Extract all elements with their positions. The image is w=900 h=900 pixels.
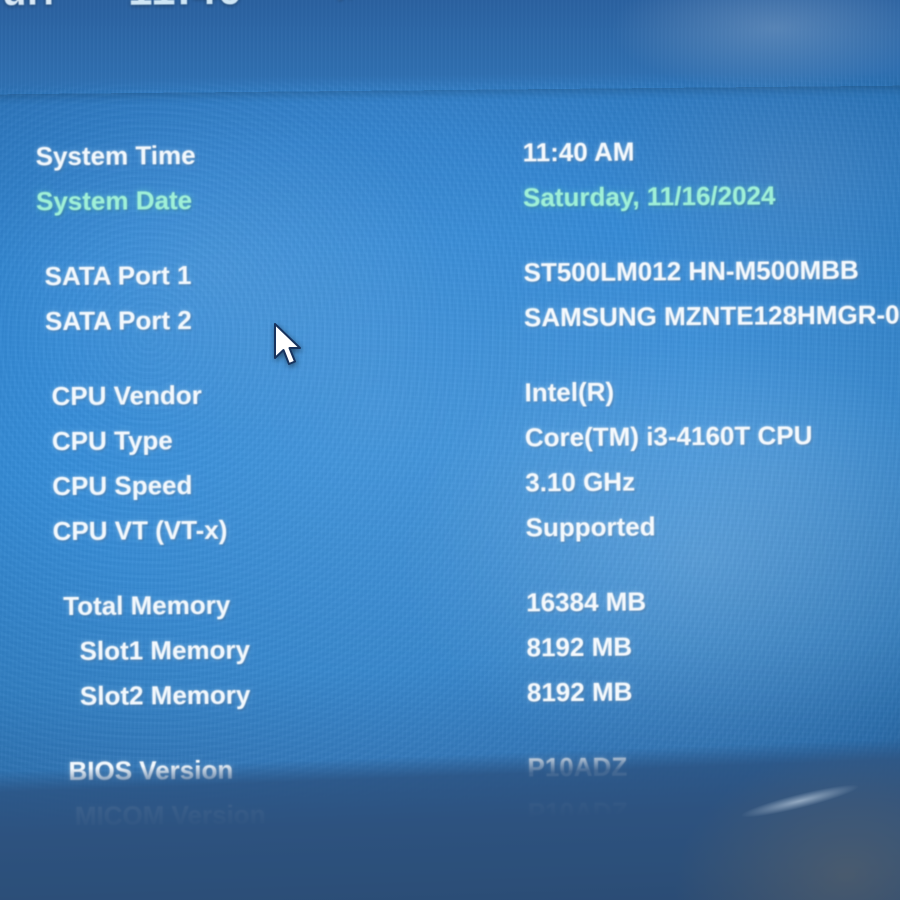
row-slot2-memory: Slot2 Memory 8192 MB [2, 674, 900, 726]
label-cpu-vendor: CPU Vendor [51, 379, 202, 412]
label-system-date: System Date [35, 185, 193, 217]
value-cpu-type: Core(TM) i3-4160T CPU [524, 420, 813, 453]
value-system-date[interactable]: Saturday, 11/16/2024 [523, 180, 776, 213]
value-slot2-memory: 8192 MB [526, 676, 633, 708]
value-system-time[interactable]: 11:40 AM [523, 137, 635, 169]
row-cpu-vendor: CPU Vendor Intel(R) [0, 374, 900, 426]
label-sata-port-1: SATA Port 1 [44, 260, 192, 292]
group-system-clock: System Time 11:40 AM System Date Saturda… [0, 134, 898, 231]
row-system-time[interactable]: System Time 11:40 AM [0, 134, 898, 186]
label-cpu-type: CPU Type [51, 425, 173, 457]
label-slot2-memory: Slot2 Memory [79, 679, 251, 711]
value-slot1-memory: 8192 MB [526, 631, 633, 663]
value-sata-port-2: SAMSUNG MZNTE128HMGR-000 [523, 299, 900, 333]
label-slot1-memory: Slot1 Memory [79, 634, 251, 666]
row-cpu-vt: CPU VT (VT-x) Supported [1, 509, 900, 561]
row-total-memory: Total Memory 16384 MB [1, 584, 900, 636]
value-cpu-vendor: Intel(R) [524, 376, 615, 408]
bios-setup-screen-photo: urı 11:40 Saturday, November 16 System T… [0, 0, 900, 900]
value-total-memory: 16384 MB [526, 586, 647, 618]
group-storage: SATA Port 1 ST500LM012 HN-M500MBB SATA P… [0, 254, 900, 351]
row-sata-port-2[interactable]: SATA Port 2 SAMSUNG MZNTE128HMGR-000 [0, 299, 900, 351]
row-cpu-type: CPU Type Core(TM) i3-4160T CPU [0, 419, 900, 471]
value-cpu-vt: Supported [525, 511, 656, 543]
row-sata-port-1[interactable]: SATA Port 1 ST500LM012 HN-M500MBB [0, 254, 899, 306]
group-memory: Total Memory 16384 MB Slot1 Memory 8192 … [1, 584, 900, 726]
group-processor: CPU Vendor Intel(R) CPU Type Core(TM) i3… [0, 374, 900, 561]
label-system-time: System Time [35, 139, 196, 172]
value-sata-port-1: ST500LM012 HN-M500MBB [523, 254, 859, 288]
row-system-date[interactable]: System Date Saturday, 11/16/2024 [0, 179, 898, 231]
label-cpu-vt: CPU VT (VT-x) [52, 514, 228, 547]
row-cpu-speed: CPU Speed 3.10 GHz [0, 464, 900, 516]
label-cpu-speed: CPU Speed [52, 470, 193, 502]
value-cpu-speed: 3.10 GHz [525, 466, 636, 498]
label-sata-port-2: SATA Port 2 [44, 305, 192, 337]
row-slot1-memory: Slot1 Memory 8192 MB [1, 629, 900, 681]
label-total-memory: Total Memory [63, 589, 231, 622]
